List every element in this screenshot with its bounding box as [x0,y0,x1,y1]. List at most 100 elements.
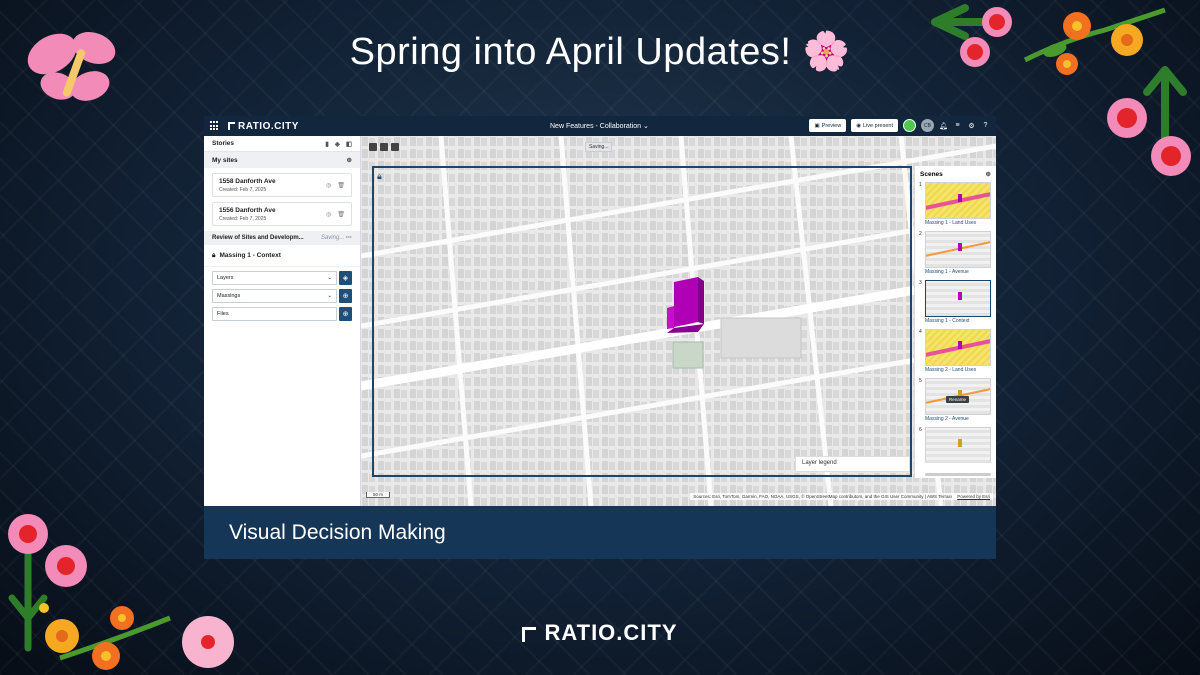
layers-icon[interactable]: ◈ [335,140,340,148]
scene-thumbnail[interactable] [925,280,991,317]
layer-legend[interactable]: Layer legend [795,456,910,472]
add-site-icon[interactable]: ⊕ [347,156,352,164]
scene-item[interactable]: 4 Massing 2 - Land Uses [915,329,996,378]
layers-dropdown[interactable]: Layers ⌄ [212,271,337,285]
layers-dropdown-label: Layers [217,275,234,281]
add-scene-icon[interactable]: ⊕ [986,170,991,178]
app-topbar: RATIO.CITY New Features - Collaboration … [204,116,996,136]
help-icon[interactable]: ? [981,121,990,130]
scene-frame-outline [372,166,912,477]
scene-number: 4 [919,329,922,335]
scene-label: Massing 1 - Context [925,318,970,324]
scene-thumbnail[interactable] [925,427,991,463]
apps-grid-icon[interactable] [210,121,220,131]
layers-row: Layers ⌄ ◈ [212,271,352,285]
site-card[interactable]: 1556 Danforth Ave Created: Feb 7, 2025 ◎… [212,202,352,226]
banner-title: Spring into April Updates! 🌸 [349,31,851,73]
scene-label: Massing 2 - Land Uses [925,367,977,373]
stories-header: Stories ▮ ◈ ◧ [204,136,360,152]
map-view[interactable]: Saving... 🔒︎ Layer legend 50 m Sources: … [361,136,996,506]
map-tools [369,143,399,151]
site-card[interactable]: 1558 Danforth Ave Created: Feb 7, 2025 ◎… [212,173,352,197]
scene-item[interactable]: 1 Massing 1 - Land Uses [915,182,996,231]
scale-bar: 50 m [366,492,391,498]
delete-icon[interactable]: 🗑︎ [337,211,345,218]
map-attribution: Sources: Esri, TomTom, Garmin, FAO, NOAA… [690,493,993,500]
story-review-row[interactable]: Review of Sites and Developm... Saving..… [204,231,360,245]
preview-button[interactable]: ▣ Preview [809,119,847,132]
settings-gear-icon[interactable]: ⚙ [967,121,976,130]
scene-thumbnail[interactable] [925,231,991,268]
locate-icon[interactable]: ◎ [326,182,331,189]
files-dropdown[interactable]: Files [212,307,337,321]
attribution-text: Sources: Esri, TomTom, Garmin, FAO, NOAA… [693,494,952,499]
chevron-down-icon: ⌄ [327,275,332,281]
scene-label: Massing 1 - Land Uses [925,220,977,226]
files-dropdown-label: Files [217,311,229,317]
bookmark-icon[interactable]: ▮ [325,140,329,148]
powered-by-link[interactable]: Powered by Esri [957,494,990,499]
logo-mark-icon [228,122,235,130]
caption-bar: Visual Decision Making [204,506,996,559]
scene-item[interactable]: 6 [915,427,996,463]
story-saving-status: Saving... [320,235,345,241]
live-present-label: Live present [863,122,893,129]
notifications-bell-icon[interactable]: 🔔︎ [939,121,948,130]
app-logo[interactable]: RATIO.CITY [228,121,299,132]
app-logo-text: RATIO.CITY [238,120,299,132]
footer-brand-text: RATIO.CITY [544,620,678,645]
preview-icon: ▣ [814,122,820,129]
scene-number: 2 [919,231,922,237]
scene-label: Massing 1 - Avenue [925,269,969,275]
scene-label: Massing 2 - Avenue [925,416,969,422]
locate-icon[interactable]: ◎ [326,211,331,218]
massings-dropdown-label: Massings [217,293,241,299]
scene-thumbnail[interactable] [925,329,991,366]
present-icon: ◉ [856,122,862,129]
collaborator-avatar[interactable] [903,119,916,132]
map-saving-indicator: Saving... [585,142,613,152]
add-massing-button[interactable]: ⊕ [339,289,352,303]
app-window: RATIO.CITY New Features - Collaboration … [204,116,996,506]
scene-item[interactable]: 2 Massing 1 - Avenue [915,231,996,280]
measure-tool-icon[interactable] [391,143,399,151]
scene-number: 1 [919,182,922,188]
preview-label: Preview [821,122,842,129]
scenes-title: Scenes [920,170,943,178]
left-panel: Stories ▮ ◈ ◧ My sites ⊕ 1558 Danforth A… [204,136,361,506]
massings-row: Massings ⌄ ⊕ [212,289,352,303]
comment-tool-icon[interactable] [380,143,388,151]
scenes-header: Scenes ⊕ [915,166,996,182]
scenes-scrollbar[interactable] [925,473,991,476]
story-title: Review of Sites and Developm... [212,235,304,241]
panel-toggle-icon[interactable]: ◧ [346,140,352,148]
delete-icon[interactable]: 🗑︎ [337,182,345,189]
add-file-button[interactable]: ⊕ [339,307,352,321]
chevron-down-icon: ⌄ [327,293,332,299]
project-title-dropdown[interactable]: New Features - Collaboration ⌄ [550,122,649,130]
stories-label: Stories [212,140,235,147]
brand-mark-icon [522,626,537,642]
topbar-actions: ▣ Preview ◉ Live present CB 🔔︎ ≡ ⚙ ? [809,119,990,132]
select-tool-icon[interactable] [369,143,377,151]
scene-title: Massing 1 - Context [219,252,281,259]
database-icon[interactable]: ≡ [953,121,962,130]
scene-item-selected[interactable]: 3 Massing 1 - Context [915,280,996,329]
scenes-panel: Scenes ⊕ 1 Massing 1 - Land Uses 2 Massi… [914,166,996,478]
footer-brand-logo: RATIO.CITY [0,620,1200,646]
scene-number: 3 [919,280,922,286]
scene-number: 6 [919,427,922,433]
my-sites-label: My sites [212,156,238,164]
scene-number: 5 [919,378,922,384]
massings-dropdown[interactable]: Massings ⌄ [212,289,337,303]
user-avatar[interactable]: CB [921,119,934,132]
my-sites-header: My sites ⊕ [204,152,360,168]
layers-action-button[interactable]: ◈ [339,271,352,285]
lock-icon: 🔒︎ [212,251,216,259]
scene-thumbnail[interactable] [925,182,991,219]
files-row: Files ⊕ [212,307,352,321]
more-options-icon[interactable]: ··· [346,235,352,241]
caption-text: Visual Decision Making [229,520,446,544]
live-present-button[interactable]: ◉ Live present [851,119,898,132]
lock-icon[interactable]: 🔒︎ [377,171,382,182]
